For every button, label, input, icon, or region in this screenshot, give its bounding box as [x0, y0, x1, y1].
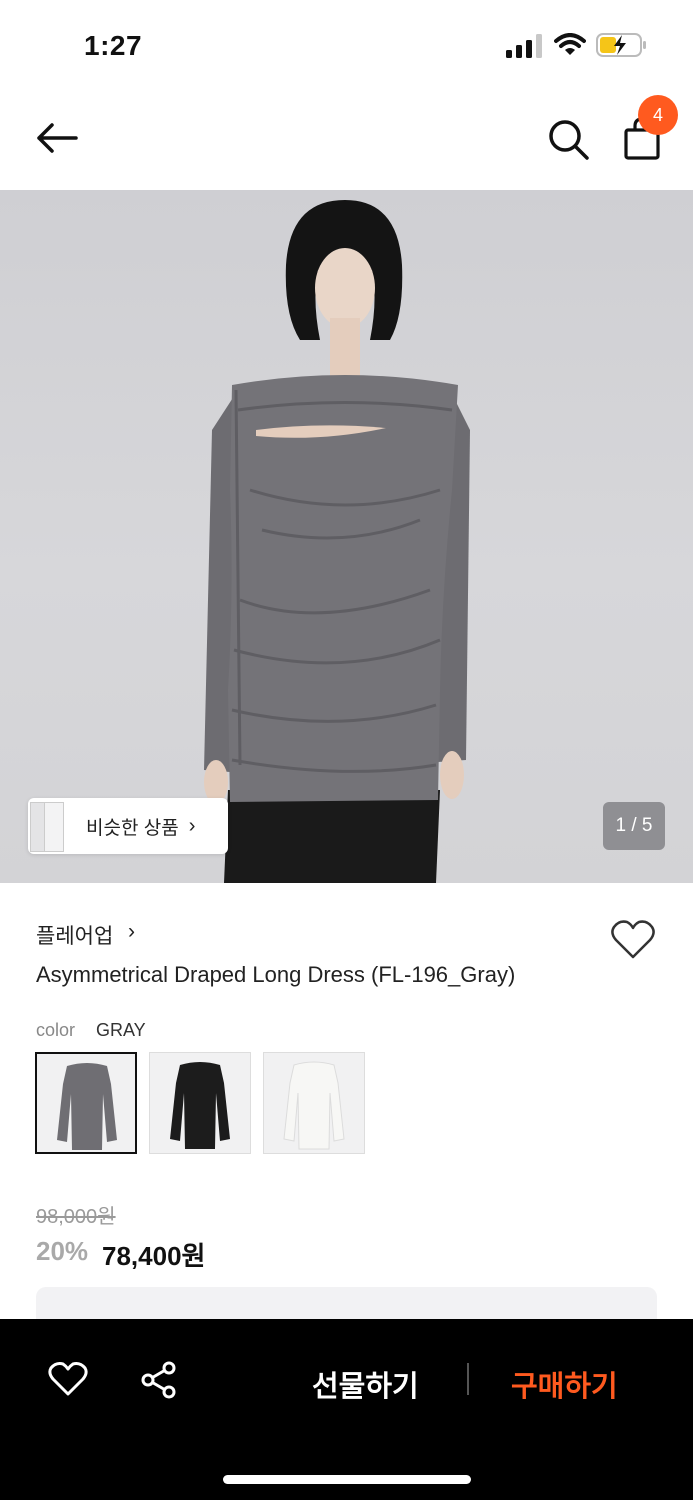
- product-name: Asymmetrical Draped Long Dress (FL-196_G…: [36, 962, 516, 987]
- color-swatch-gray[interactable]: [35, 1052, 137, 1154]
- swatch-image: [283, 1061, 345, 1150]
- product-photo: [204, 200, 470, 883]
- battery-charging-icon: [596, 33, 646, 57]
- wifi-icon: [554, 33, 586, 55]
- chevron-right-icon[interactable]: ›: [128, 920, 135, 944]
- status-bar: 1:27: [0, 0, 693, 90]
- signal-icon: [506, 34, 542, 58]
- similar-thumbnails: [28, 798, 64, 854]
- divider: [467, 1363, 469, 1395]
- product-image-gallery[interactable]: 비슷한 상품 › 1 / 5: [0, 190, 693, 883]
- cart-count-badge: 4: [638, 95, 678, 135]
- swatch-image: [170, 1062, 230, 1149]
- home-indicator: [223, 1475, 471, 1484]
- discount-rate: 20%: [36, 1236, 89, 1266]
- heart-icon[interactable]: [610, 918, 656, 960]
- back-arrow-icon[interactable]: [32, 118, 82, 158]
- top-nav: [0, 90, 693, 190]
- heart-icon[interactable]: [48, 1361, 88, 1397]
- image-counter: 1 / 5: [603, 802, 665, 850]
- similar-products-button[interactable]: 비슷한 상품 ›: [28, 798, 228, 854]
- share-icon[interactable]: [140, 1361, 178, 1399]
- swatch-image: [57, 1063, 117, 1150]
- search-icon[interactable]: [545, 116, 591, 162]
- selected-color: GRAY: [96, 1020, 146, 1040]
- buy-button[interactable]: 구매하기: [511, 1363, 618, 1405]
- original-price: 98,000원: [36, 1206, 116, 1228]
- chevron-right-icon: ›: [188, 814, 196, 837]
- color-swatch-black[interactable]: [149, 1052, 251, 1154]
- bottom-action-bar: 선물하기 구매하기: [0, 1319, 693, 1500]
- status-time: 1:27: [84, 30, 143, 61]
- color-label: color: [36, 1020, 76, 1040]
- similar-products-label: 비슷한 상품: [86, 817, 179, 839]
- sale-price: 78,400원: [102, 1241, 206, 1271]
- color-swatch-white[interactable]: [263, 1052, 365, 1154]
- gift-button[interactable]: 선물하기: [312, 1363, 419, 1405]
- brand-link[interactable]: 플레어업: [36, 920, 113, 950]
